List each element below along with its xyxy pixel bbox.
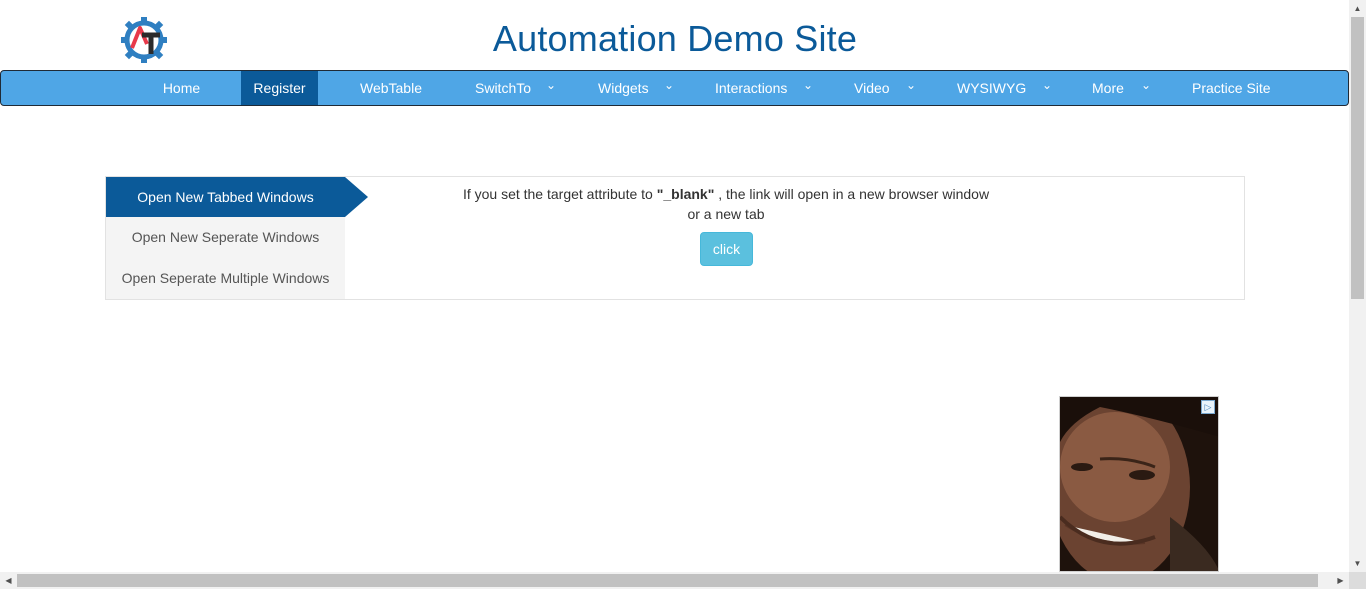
nav-item-switchto[interactable]: SwitchTo ⌄ — [475, 71, 561, 105]
tab-open-new-tabbed-windows[interactable]: Open New Tabbed Windows — [106, 177, 345, 217]
ad-image[interactable] — [1060, 397, 1219, 572]
chevron-down-icon: ⌄ — [1042, 78, 1053, 92]
nav-label: SwitchTo — [475, 80, 532, 96]
tab-sidebar: Open New Tabbed Windows Open New Seperat… — [106, 177, 345, 299]
nav-label: Register — [253, 80, 306, 96]
vertical-scrollbar[interactable]: ▲ ▼ — [1349, 0, 1366, 572]
vertical-scroll-thumb[interactable] — [1351, 17, 1364, 299]
scroll-down-arrow-icon[interactable]: ▼ — [1349, 555, 1366, 572]
tab-label: Open New Tabbed Windows — [137, 189, 314, 205]
chevron-down-icon: ⌄ — [546, 78, 557, 92]
page-title: Automation Demo Site — [492, 18, 858, 59]
nav-item-interactions[interactable]: Interactions ⌄ — [715, 71, 819, 105]
nav-label: Practice Site — [1192, 80, 1271, 96]
description-text: If you set the target attribute to — [462, 186, 657, 202]
nav-item-webtable[interactable]: WebTable — [346, 71, 436, 105]
nav-label: WebTable — [359, 80, 422, 96]
description-text-after: , the link will open in a new browser wi… — [714, 186, 990, 202]
nav-item-wysiwyg[interactable]: WYSIWYG ⌄ — [957, 71, 1055, 105]
nav-label: Widgets — [598, 80, 649, 96]
scroll-right-arrow-icon[interactable]: ▶ — [1332, 572, 1349, 589]
nav-item-practice-site[interactable]: Practice Site — [1192, 71, 1282, 105]
nav-item-home[interactable]: Home — [138, 71, 225, 105]
nav-item-widgets[interactable]: Widgets ⌄ — [598, 71, 678, 105]
nav-label: Video — [854, 80, 890, 96]
tab-open-seperate-multiple-windows[interactable]: Open Seperate Multiple Windows — [106, 258, 345, 298]
chevron-down-icon: ⌄ — [906, 78, 917, 92]
tab-open-new-seperate-windows[interactable]: Open New Seperate Windows — [106, 217, 345, 257]
main-navbar: Home Register WebTable SwitchTo ⌄ Widget… — [0, 70, 1349, 106]
windows-tab-panel: Open New Tabbed Windows Open New Seperat… — [105, 176, 1245, 300]
advertisement[interactable]: ▷ — [1059, 396, 1219, 572]
active-tab-arrow — [345, 177, 368, 217]
scrollbar-corner — [1349, 572, 1366, 589]
nav-label: Interactions — [715, 80, 788, 96]
nav-item-register[interactable]: Register — [241, 71, 318, 105]
nav-item-more[interactable]: More ⌄ — [1092, 71, 1156, 105]
nav-label: WYSIWYG — [957, 80, 1027, 96]
tab-description: If you set the target attribute to "_bla… — [446, 184, 1006, 224]
nav-item-video[interactable]: Video ⌄ — [854, 71, 920, 105]
tab-label: Open Seperate Multiple Windows — [121, 270, 330, 286]
chevron-down-icon: ⌄ — [664, 78, 675, 92]
description-bold: "_blank" — [656, 186, 715, 202]
chevron-down-icon: ⌄ — [803, 78, 814, 92]
page-viewport: Automation Demo Site Home Register WebTa… — [0, 0, 1349, 572]
tab-label: Open New Seperate Windows — [131, 229, 320, 245]
scroll-left-arrow-icon[interactable]: ◀ — [0, 572, 17, 589]
adchoices-icon[interactable]: ▷ — [1201, 400, 1215, 414]
horizontal-scrollbar[interactable]: ◀ ▶ — [0, 572, 1349, 589]
horizontal-scroll-thumb[interactable] — [17, 574, 1318, 587]
site-logo-icon[interactable] — [120, 14, 168, 66]
nav-label: More — [1092, 80, 1124, 96]
chevron-down-icon: ⌄ — [1141, 78, 1152, 92]
description-line2: or a new tab — [687, 206, 765, 222]
scroll-up-arrow-icon[interactable]: ▲ — [1349, 0, 1366, 17]
nav-label: Home — [162, 80, 201, 96]
click-button[interactable]: click — [700, 232, 753, 266]
